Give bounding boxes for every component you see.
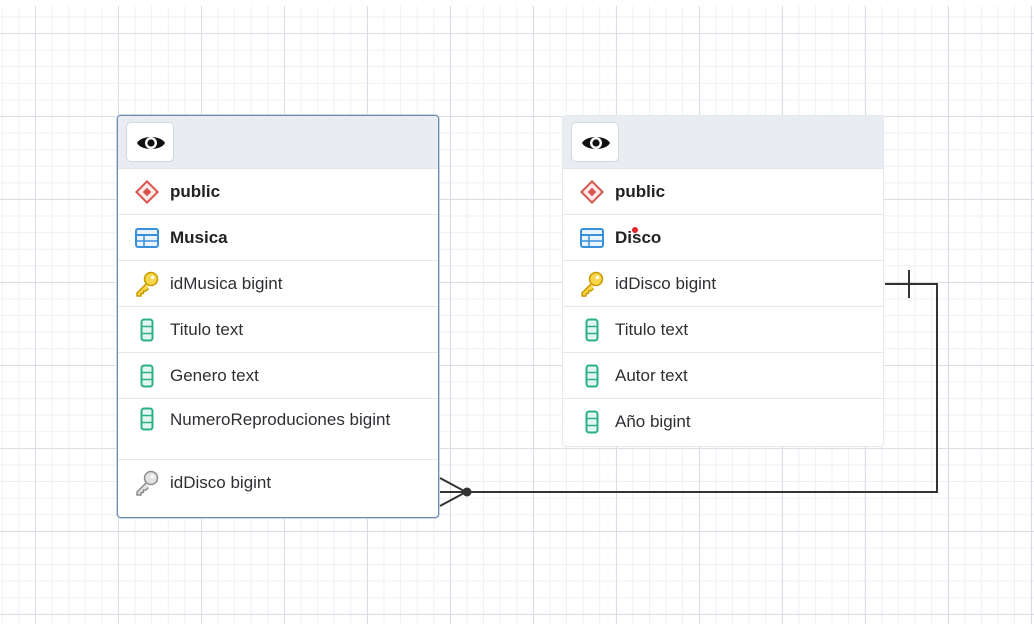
table-name-label: Musica [170, 227, 228, 247]
table-name-label: Disco [615, 227, 662, 247]
eye-icon [582, 137, 610, 149]
table-header [118, 116, 438, 169]
column-icon [579, 363, 605, 389]
table-header [563, 116, 883, 169]
column-label: Titulo text [615, 319, 689, 339]
column-label: idDisco bigint [170, 473, 272, 492]
column-row[interactable]: Año bigint [563, 399, 883, 445]
primary-key-icon [579, 271, 605, 297]
table-name-row[interactable]: Musica [118, 215, 438, 261]
table-name-row[interactable]: Disco [563, 215, 883, 261]
column-row[interactable]: Genero text [118, 353, 438, 399]
column-row[interactable]: Titulo text [118, 307, 438, 353]
schema-label: public [170, 181, 221, 201]
table-musica[interactable]: public Musica idMusica bigint Titulo tex… [117, 115, 439, 518]
column-row[interactable]: idMusica bigint [118, 261, 438, 307]
column-icon [134, 363, 160, 389]
canvas-bottom-edge [0, 624, 1034, 628]
schema-icon [579, 179, 605, 205]
view-button[interactable] [571, 122, 619, 162]
column-icon [134, 317, 160, 343]
schema-label: public [615, 181, 666, 201]
view-button[interactable] [126, 122, 174, 162]
column-label: idDisco bigint [615, 273, 717, 293]
column-label: idMusica bigint [170, 273, 283, 293]
column-row[interactable]: Autor text [563, 353, 883, 399]
column-row[interactable]: Titulo text [563, 307, 883, 353]
column-icon [579, 317, 605, 343]
column-label: Titulo text [170, 319, 244, 339]
column-label: Genero text [170, 365, 259, 385]
eye-icon [137, 137, 165, 149]
column-icon [579, 409, 605, 435]
primary-key-icon [134, 271, 160, 297]
column-label: NumeroReproduciones bigint [170, 410, 391, 429]
cursor-marker [632, 227, 638, 233]
canvas-top-edge [0, 0, 1034, 6]
schema-row[interactable]: public [563, 169, 883, 215]
column-icon [134, 406, 160, 432]
column-label: Autor text [615, 365, 688, 385]
table-icon [579, 225, 605, 251]
schema-icon [134, 179, 160, 205]
column-row[interactable]: idDisco bigint [118, 460, 438, 506]
table-icon [134, 225, 160, 251]
many-end-marker [439, 477, 472, 507]
column-label: Año bigint [615, 412, 691, 431]
schema-row[interactable]: public [118, 169, 438, 215]
foreign-key-icon [134, 470, 160, 496]
column-row[interactable]: idDisco bigint [563, 261, 883, 307]
table-disco[interactable]: public Disco idDisco bigint Titulo text … [562, 115, 884, 447]
column-row[interactable]: NumeroReproduciones bigint [118, 399, 438, 460]
